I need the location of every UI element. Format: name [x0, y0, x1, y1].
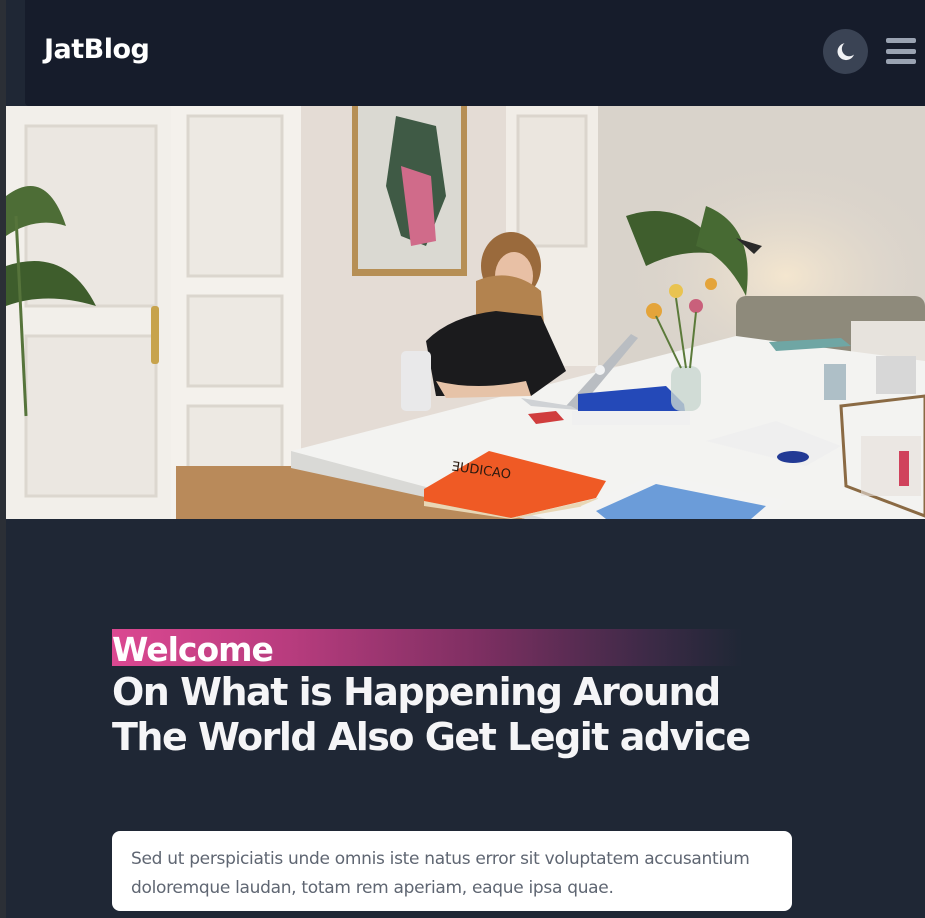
site-logo[interactable]: JatBlog — [44, 34, 150, 65]
welcome-label: Welcome — [112, 630, 274, 669]
intro-card: Sed ut perspiciatis unde omnis iste natu… — [112, 831, 792, 911]
top-navbar: JatBlog — [25, 0, 925, 106]
hamburger-menu-icon — [886, 38, 916, 43]
hamburger-menu-button[interactable] — [886, 36, 916, 66]
hero-headline: On What is Happening Around The World Al… — [112, 670, 751, 759]
intro-description: Sed ut perspiciatis unde omnis iste natu… — [131, 849, 750, 898]
office-photo: ƎUDICAO — [6, 106, 925, 519]
moon-icon — [837, 42, 854, 60]
theme-toggle-button[interactable] — [823, 29, 868, 74]
hero-image: ƎUDICAO — [6, 106, 925, 519]
